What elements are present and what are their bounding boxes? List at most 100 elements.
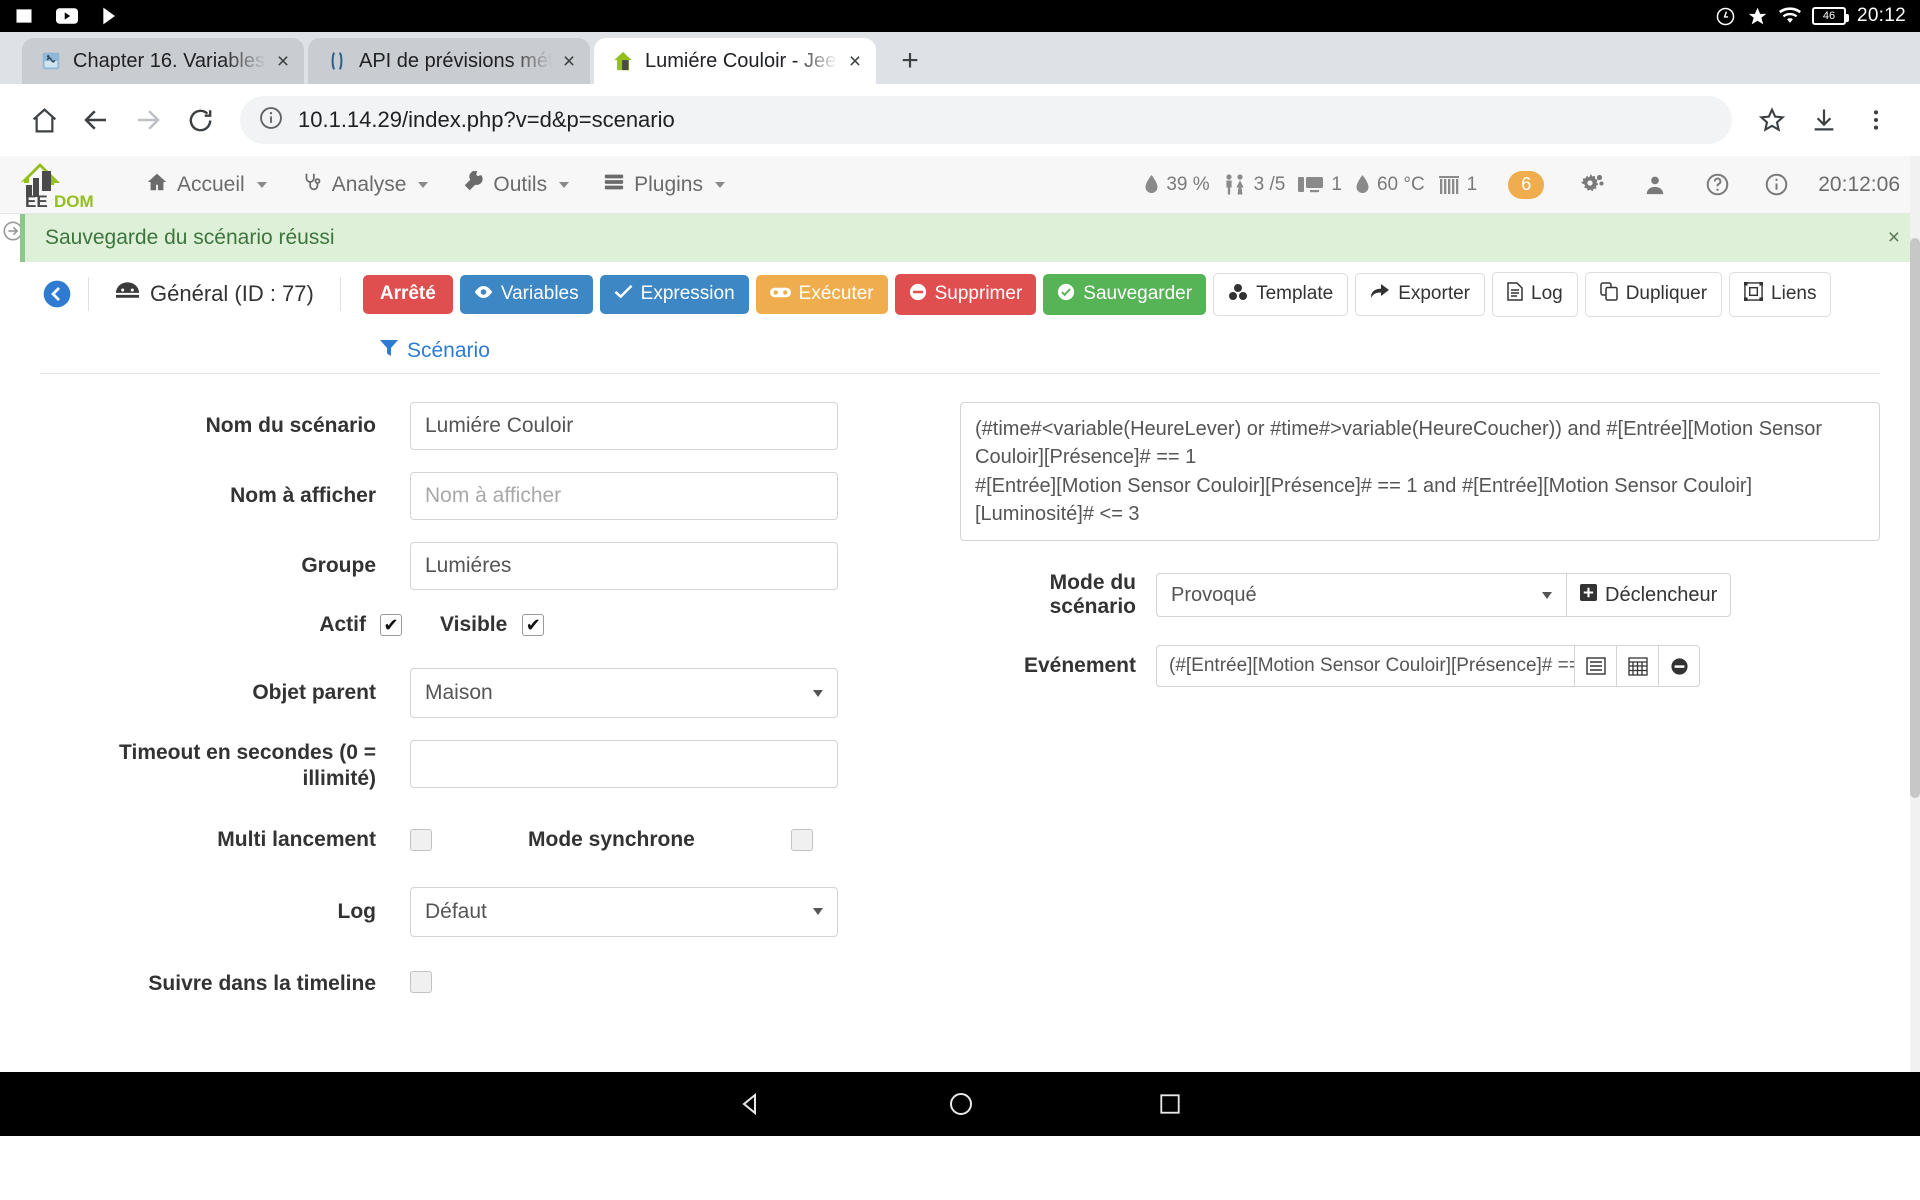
summary-value: 1	[1466, 173, 1478, 195]
export-button[interactable]: Exporter	[1355, 273, 1485, 316]
declencheur-button[interactable]: Déclencheur	[1566, 573, 1732, 618]
button-label: Supprimer	[934, 283, 1023, 304]
visible-label: Visible	[440, 613, 508, 637]
jeedom-nav-right: 39 % 3 /5 1 60 °C 1 6 20:12:06	[1144, 170, 1906, 199]
field-label: Actif	[319, 612, 366, 636]
scenario-state-button[interactable]: Arrêté	[362, 275, 453, 314]
summary-temperature: 60 °C	[1355, 174, 1425, 196]
new-tab-button[interactable]: +	[890, 41, 930, 81]
field-label: Timeout en secondes (0 = illimité)	[119, 741, 376, 791]
field-label: Nom à afficher	[230, 483, 376, 507]
browser-tab-1[interactable]: Chapter 16. Variables: Sc ×	[22, 38, 304, 84]
list-alt-icon[interactable]	[1574, 645, 1616, 688]
home-nav-button[interactable]	[949, 1092, 973, 1116]
field-groupe: Groupe Lumiéres	[40, 541, 870, 590]
gallery-icon	[14, 6, 34, 26]
delete-button[interactable]: Supprimer	[894, 273, 1037, 316]
back-arrow-icon[interactable]	[72, 96, 120, 144]
plus-square-icon	[1580, 583, 1597, 607]
minus-circle-icon[interactable]	[1658, 645, 1700, 688]
gear-icon[interactable]	[1562, 173, 1627, 197]
field-label: Objet parent	[252, 681, 376, 705]
execute-button[interactable]: Exécuter	[755, 275, 888, 314]
log-value: Défaut	[425, 899, 487, 923]
svg-text:EE: EE	[25, 192, 48, 211]
battery-indicator: 46	[1811, 7, 1849, 25]
multi-lancement-checkbox[interactable]	[410, 828, 432, 851]
variables-button[interactable]: Variables	[459, 275, 593, 314]
clock-icon	[1715, 6, 1736, 27]
message-count-badge[interactable]: 6	[1508, 170, 1545, 199]
url-text: 10.1.14.29/index.php?v=d&p=scenario	[298, 107, 675, 132]
file-icon	[1507, 282, 1523, 307]
alert-text: Sauvegarde du scénario réussi	[45, 226, 335, 249]
evenement-input[interactable]: (#[Entrée][Motion Sensor Couloir][Présen…	[1156, 645, 1574, 688]
timeline-checkbox[interactable]	[410, 970, 432, 993]
expression-button[interactable]: Expression	[599, 275, 749, 314]
groupe-input[interactable]: Lumiéres	[410, 541, 838, 590]
browser-chrome: Chapter 16. Variables: Sc × API de prévi…	[0, 32, 1920, 156]
nav-item-outils[interactable]: Outils	[446, 163, 585, 207]
chevron-down-icon	[813, 908, 823, 916]
field-label: Suivre dans la timeline	[148, 972, 376, 996]
page-scrollbar-track[interactable]	[1910, 156, 1920, 1072]
summary-radiator: 1	[1438, 173, 1478, 196]
nav-item-plugins[interactable]: Plugins	[587, 163, 741, 207]
reload-icon[interactable]	[176, 96, 224, 144]
save-button[interactable]: Sauvegarder	[1043, 273, 1207, 316]
button-label: Dupliquer	[1625, 283, 1708, 304]
youtube-icon	[56, 8, 78, 24]
tab-scenario[interactable]: Scénario	[0, 325, 1920, 373]
circle-left-arrow-icon[interactable]	[40, 277, 74, 311]
help-icon[interactable]	[1688, 172, 1747, 197]
objet-parent-select[interactable]: Maison	[410, 668, 838, 719]
template-button[interactable]: Template	[1213, 272, 1349, 317]
close-icon[interactable]: ×	[556, 48, 582, 74]
timeout-input[interactable]	[410, 740, 838, 789]
log-select[interactable]: Défaut	[410, 886, 838, 937]
nom-afficher-input[interactable]: Nom à afficher	[410, 471, 838, 520]
user-icon[interactable]	[1627, 174, 1688, 196]
actif-checkbox[interactable]: ✔	[380, 614, 402, 637]
browser-tab-3[interactable]: Lumiére Couloir - Jeedom ×	[594, 38, 876, 84]
page-scrollbar-thumb[interactable]	[1910, 238, 1920, 798]
jeedom-favicon	[612, 50, 634, 72]
browser-tab-2[interactable]: API de prévisions météo ×	[308, 38, 590, 84]
home-icon[interactable]	[20, 96, 68, 144]
expression-textarea[interactable]: (#time#<variable(HeureLever) or #time#>v…	[960, 401, 1880, 542]
field-label: Nom du scénario	[205, 413, 376, 437]
duplicate-button[interactable]: Dupliquer	[1584, 272, 1723, 317]
recents-nav-button[interactable]	[1159, 1093, 1181, 1115]
download-icon[interactable]	[1800, 96, 1848, 144]
star-outline-icon[interactable]	[1748, 96, 1796, 144]
close-icon[interactable]: ×	[1888, 226, 1900, 250]
mode-scenario-select[interactable]: Provoqué	[1156, 573, 1566, 618]
close-icon[interactable]: ×	[270, 48, 296, 74]
jeedom-navbar: EE DOM Accueil Analyse Outils Plugins 39…	[0, 156, 1920, 214]
button-label: Liens	[1771, 283, 1817, 304]
address-bar[interactable]: 10.1.14.29/index.php?v=d&p=scenario	[240, 96, 1732, 144]
calculator-icon[interactable]	[1616, 645, 1658, 688]
summary-people: 3 /5	[1223, 174, 1285, 196]
overflow-menu-icon[interactable]	[1852, 96, 1900, 144]
nav-item-accueil[interactable]: Accueil	[130, 163, 283, 207]
visible-checkbox[interactable]: ✔	[522, 614, 545, 637]
android-nav-bar	[0, 1072, 1920, 1136]
log-button[interactable]: Log	[1492, 272, 1578, 317]
field-label: Evénement	[1023, 654, 1136, 678]
sitemap-icon	[1743, 281, 1764, 307]
nom-scenario-input[interactable]: Lumiére Couloir	[410, 401, 838, 450]
close-icon[interactable]: ×	[842, 48, 868, 74]
back-nav-button[interactable]	[739, 1092, 763, 1116]
jeedom-logo[interactable]: EE DOM	[14, 159, 108, 211]
info-icon[interactable]	[1747, 172, 1806, 197]
links-button[interactable]: Liens	[1729, 272, 1832, 317]
forward-arrow-icon	[124, 96, 172, 144]
weather-favicon	[326, 50, 348, 72]
mode-synchrone-checkbox[interactable]	[790, 828, 813, 851]
dashboard-icon	[115, 281, 140, 307]
info-circle-icon[interactable]	[258, 105, 284, 136]
button-label: Variables	[500, 283, 579, 304]
star-icon	[1747, 6, 1768, 27]
nav-item-analyse[interactable]: Analyse	[285, 163, 445, 207]
